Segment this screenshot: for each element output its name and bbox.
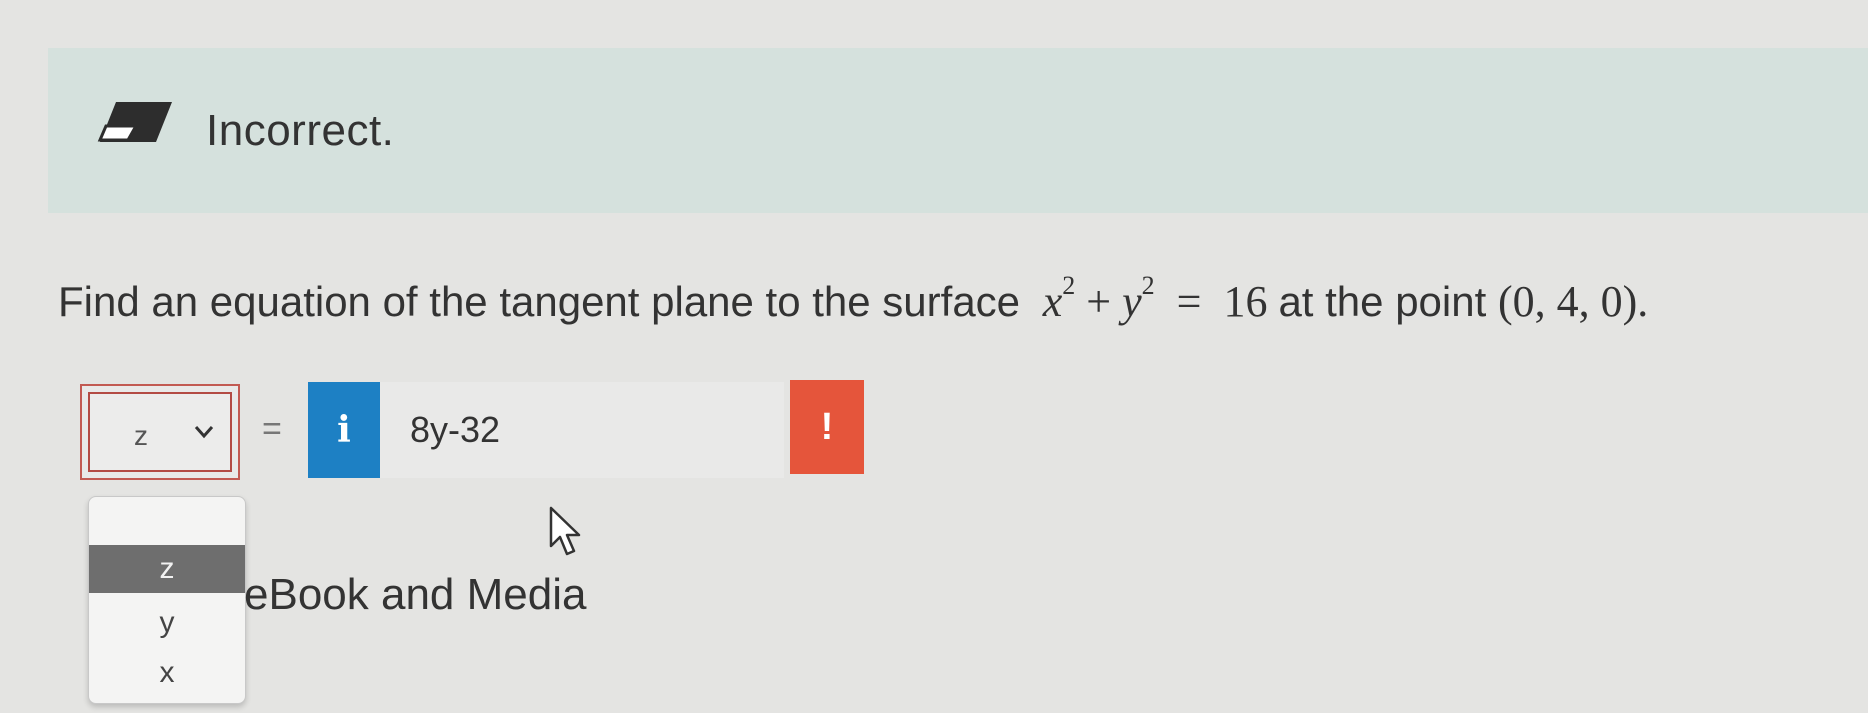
- dropdown-option-y[interactable]: y: [89, 599, 245, 647]
- variable-select-inner[interactable]: z: [88, 392, 232, 472]
- mouse-pointer-icon: [549, 506, 581, 556]
- point-coordinates: (0, 4, 0): [1497, 277, 1638, 326]
- surface-equation: x2 + y2 = 16: [1042, 271, 1268, 326]
- dropdown-option-x[interactable]: x: [89, 649, 245, 697]
- info-button[interactable]: i: [308, 382, 380, 478]
- variable-select[interactable]: z: [80, 384, 240, 480]
- variable-select-value: z: [134, 420, 148, 451]
- chevron-down-icon: [194, 426, 214, 439]
- question-at-point: at the point: [1278, 278, 1487, 325]
- feedback-banner: Incorrect.: [48, 48, 1868, 213]
- variable-dropdown-menu: z y x: [88, 496, 246, 704]
- dropdown-option-blank[interactable]: [89, 497, 245, 545]
- question-prompt: Find an equation of the tangent plane to…: [58, 278, 1021, 325]
- error-indicator-button[interactable]: !: [790, 380, 864, 474]
- dropdown-option-z[interactable]: z: [89, 545, 245, 593]
- equals-sign: =: [262, 410, 282, 448]
- question-text: Find an equation of the tangent plane to…: [58, 271, 1649, 326]
- eraser-icon: [97, 102, 172, 142]
- feedback-status: Incorrect.: [206, 106, 395, 155]
- expression-input[interactable]: 8y-32: [380, 382, 784, 478]
- ebook-and-media-link[interactable]: eBook and Media: [244, 570, 586, 620]
